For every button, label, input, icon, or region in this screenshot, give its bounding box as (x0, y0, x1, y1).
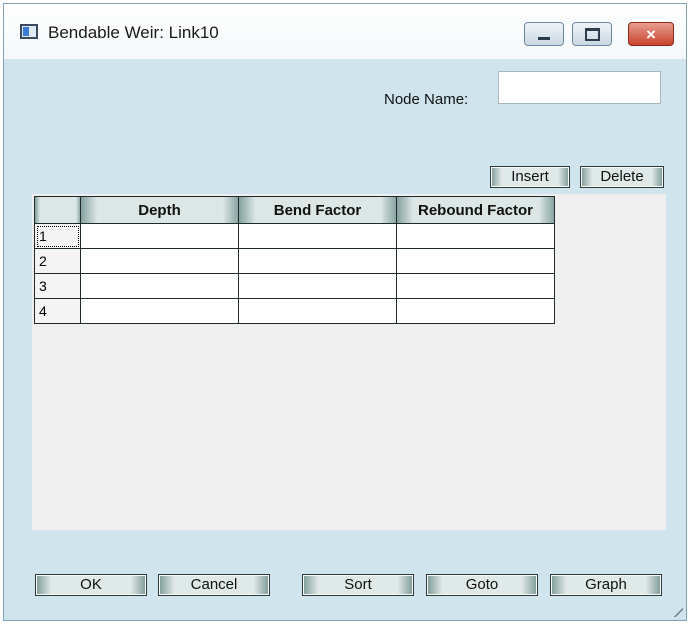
window-icon (20, 24, 38, 39)
goto-button[interactable]: Goto (426, 574, 538, 596)
column-header-depth[interactable]: Depth (80, 196, 239, 224)
ok-button[interactable]: OK (35, 574, 147, 596)
depth-cell[interactable] (80, 223, 239, 249)
minimize-button[interactable] (524, 22, 564, 46)
bend-factor-cell[interactable] (238, 248, 397, 274)
grid-corner-cell (34, 196, 81, 224)
depth-cell[interactable] (80, 273, 239, 299)
title-bar[interactable]: Bendable Weir: Link10 × (4, 4, 686, 59)
bend-factor-cell[interactable] (238, 223, 397, 249)
data-grid: Depth Bend Factor Rebound Factor 1 2 3 4 (34, 196, 555, 324)
window-title: Bendable Weir: Link10 (48, 23, 219, 42)
depth-cell[interactable] (80, 298, 239, 324)
row-number[interactable]: 4 (34, 298, 81, 324)
bendable-weir-dialog: Bendable Weir: Link10 × Node Name: Inser… (3, 3, 687, 621)
cancel-button[interactable]: Cancel (158, 574, 270, 596)
insert-button[interactable]: Insert (490, 166, 570, 188)
maximize-button[interactable] (572, 22, 612, 46)
grid-header-row: Depth Bend Factor Rebound Factor (34, 196, 555, 224)
row-number[interactable]: 1 (34, 223, 81, 249)
graph-button[interactable]: Graph (550, 574, 662, 596)
close-button[interactable]: × (628, 22, 674, 46)
delete-button[interactable]: Delete (580, 166, 664, 188)
resize-grip-icon[interactable] (673, 607, 683, 617)
table-row: 1 (34, 223, 555, 249)
dialog-client-area: Node Name: Insert Delete Depth Bend Fact… (4, 59, 686, 620)
bend-factor-cell[interactable] (238, 298, 397, 324)
bend-factor-cell[interactable] (238, 273, 397, 299)
minimize-icon (538, 36, 550, 40)
rebound-factor-cell[interactable] (396, 248, 555, 274)
data-grid-area: Depth Bend Factor Rebound Factor 1 2 3 4 (32, 194, 666, 530)
table-row: 2 (34, 248, 555, 274)
node-name-label: Node Name: (384, 91, 469, 108)
column-header-bend-factor[interactable]: Bend Factor (238, 196, 397, 224)
table-row: 3 (34, 273, 555, 299)
node-name-input[interactable] (498, 71, 661, 104)
row-number[interactable]: 2 (34, 248, 81, 274)
table-row: 4 (34, 298, 555, 324)
row-number[interactable]: 3 (34, 273, 81, 299)
rebound-factor-cell[interactable] (396, 273, 555, 299)
column-header-rebound-factor[interactable]: Rebound Factor (396, 196, 555, 224)
sort-button[interactable]: Sort (302, 574, 414, 596)
rebound-factor-cell[interactable] (396, 223, 555, 249)
maximize-icon (584, 27, 600, 41)
depth-cell[interactable] (80, 248, 239, 274)
close-icon: × (646, 24, 656, 44)
rebound-factor-cell[interactable] (396, 298, 555, 324)
